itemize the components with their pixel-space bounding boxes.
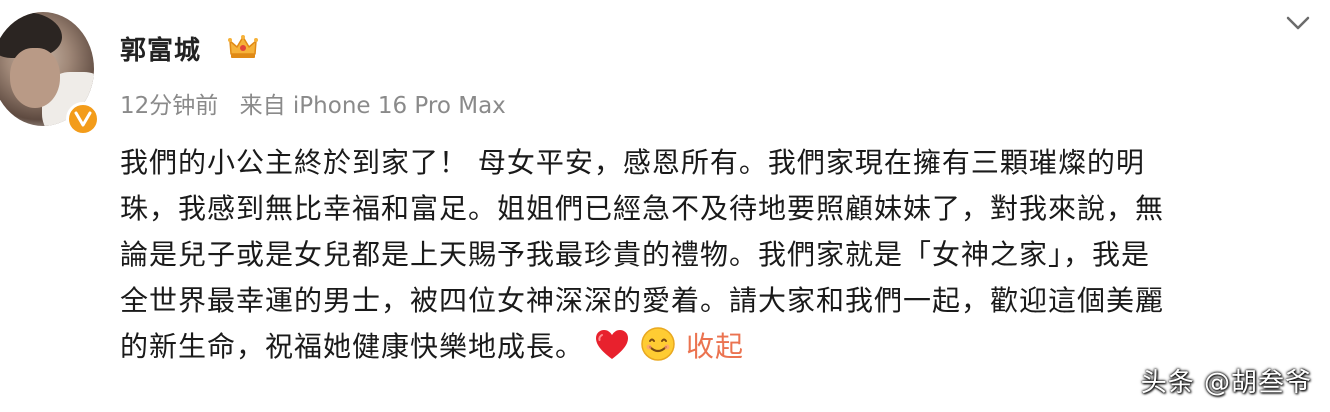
post-text: 我們的小公主終於到家了！ 母女平安，感恩所有。我們家現在擁有三顆璀燦的明 珠，我… [120, 140, 1280, 376]
post-line: 全世界最幸運的男士，被四位女神深深的愛着。請大家和我們一起，歡迎這個美麗 [120, 284, 1165, 317]
chevron-down-icon[interactable] [1285, 14, 1311, 32]
smile-icon [640, 326, 676, 376]
collapse-link[interactable]: 收起 [686, 330, 744, 363]
avatar-face [10, 48, 60, 108]
watermark: 头条 @胡叁爷 [1140, 368, 1312, 398]
verified-v-icon [66, 102, 100, 136]
post-time: 12分钟前 [120, 93, 219, 119]
post-meta: 12分钟前 来自 iPhone 16 Pro Max [120, 86, 506, 120]
post-line: 的新生命，祝福她健康快樂地成長。 [120, 330, 585, 363]
crown-icon [228, 35, 258, 58]
red-heart-icon [594, 328, 630, 376]
post-line: 我們的小公主終於到家了！ 母女平安，感恩所有。我們家現在擁有三顆璀燦的明 [120, 146, 1145, 179]
username[interactable]: 郭富城 [120, 30, 201, 67]
avatar-container[interactable] [0, 12, 100, 136]
post-line: 論是兒子或是女兒都是上天賜予我最珍貴的禮物。我們家就是「女神之家」，我是 [120, 238, 1151, 271]
post-source[interactable]: 来自 iPhone 16 Pro Max [240, 93, 506, 119]
post-line: 珠，我感到無比幸福和富足。姐姐們已經急不及待地要照顧妹妹了，對我來說，無 [120, 192, 1165, 225]
post-line-last: 的新生命，祝福她健康快樂地成長。 收起 [120, 324, 1280, 376]
